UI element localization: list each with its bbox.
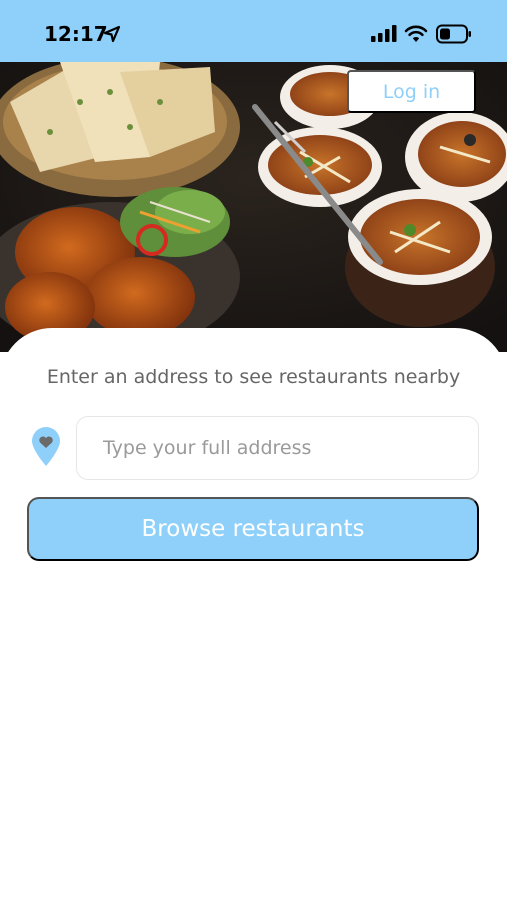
address-input[interactable] bbox=[77, 417, 478, 479]
status-time: 12:17 bbox=[44, 22, 108, 46]
battery-icon bbox=[436, 24, 471, 44]
address-field[interactable] bbox=[76, 416, 479, 480]
cellular-signal-icon bbox=[371, 25, 397, 42]
browse-restaurants-button[interactable]: Browse restaurants bbox=[27, 497, 479, 561]
location-arrow-icon bbox=[103, 25, 121, 43]
address-prompt: Enter an address to see restaurants near… bbox=[46, 366, 461, 388]
login-button[interactable]: Log in bbox=[347, 70, 476, 113]
status-bar: 12:17 bbox=[0, 0, 507, 62]
address-card: Enter an address to see restaurants near… bbox=[0, 328, 507, 900]
wifi-icon bbox=[404, 25, 428, 42]
location-pin-heart-icon bbox=[32, 427, 60, 466]
